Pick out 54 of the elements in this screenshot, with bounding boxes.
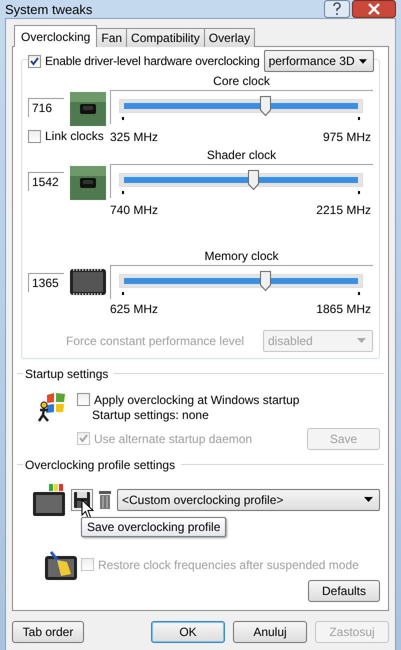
section-title: Overclocking profile settings — [25, 458, 176, 472]
dialog-button[interactable]: Anuluj — [233, 620, 307, 642]
memory-chip-icon — [70, 266, 106, 296]
startup-status: Startup settings: none — [91, 408, 210, 422]
help-icon[interactable] — [324, 0, 350, 18]
tooltip: Save overclocking profile — [81, 516, 226, 536]
slider-title: Memory clock — [204, 248, 278, 262]
graphics-card-icon — [33, 484, 65, 516]
mode-dropdown[interactable]: performance 3D — [264, 50, 374, 72]
checkbox[interactable] — [77, 393, 90, 406]
checkbox-label: Use alternate startup daemon — [94, 432, 252, 446]
clock-slider[interactable] — [110, 264, 373, 298]
min-label: 325 MHz — [110, 130, 158, 144]
slider-title: Shader clock — [206, 148, 276, 162]
dropdown-arrow-icon — [358, 58, 367, 64]
close-icon[interactable] — [352, 0, 396, 18]
clock-value-field[interactable]: 1365 — [28, 272, 64, 292]
min-label: 740 MHz — [110, 202, 158, 216]
chip-broom-icon — [45, 550, 77, 580]
chip-icon — [70, 166, 106, 200]
profile-dropdown[interactable]: <Custom overclocking profile> — [117, 488, 380, 510]
clock-slider[interactable] — [110, 90, 373, 124]
slider-thumb[interactable] — [260, 270, 272, 290]
max-label: 1865 MHz — [316, 302, 371, 316]
trash-icon[interactable] — [99, 490, 111, 508]
slider-thumb[interactable] — [248, 170, 260, 190]
checkbox-label: Link clocks — [45, 129, 104, 143]
clock-slider[interactable] — [110, 164, 373, 198]
slider-thumb[interactable] — [260, 96, 272, 116]
dropdown-arrow-icon — [357, 338, 366, 343]
dropdown-arrow-icon — [364, 497, 373, 502]
max-label: 2215 MHz — [316, 202, 371, 216]
max-label: 975 MHz — [322, 130, 371, 144]
tab[interactable]: Overclocking — [14, 25, 98, 47]
dialog-button[interactable]: Tab order — [12, 620, 84, 642]
checkbox-label: Enable driver-level hardware overclocking — [45, 54, 260, 68]
force-level-label: Force constant performance level — [66, 334, 244, 348]
chip-icon — [70, 92, 106, 126]
checkbox-label: Restore clock frequencies after suspended mode — [98, 558, 359, 572]
tab[interactable]: Compatibility — [126, 28, 205, 47]
windows-flag-icon — [37, 392, 67, 422]
tab[interactable]: Overlay — [204, 28, 256, 47]
window-title: System tweaks — [5, 2, 92, 16]
checkbox[interactable] — [28, 54, 41, 68]
checkbox-label: Apply overclocking at Windows startup — [94, 392, 300, 406]
defaults-button[interactable]: Defaults — [308, 580, 380, 602]
clock-value-field[interactable]: 716 — [28, 98, 64, 117]
tab[interactable]: Fan — [96, 28, 128, 47]
min-label: 625 MHz — [110, 302, 158, 316]
slider-title: Core clock — [213, 74, 270, 88]
clock-value-field[interactable]: 1542 — [28, 172, 64, 190]
section-title: Startup settings — [25, 366, 108, 380]
checkbox[interactable] — [28, 130, 41, 142]
dialog-button[interactable]: OK — [151, 620, 225, 642]
